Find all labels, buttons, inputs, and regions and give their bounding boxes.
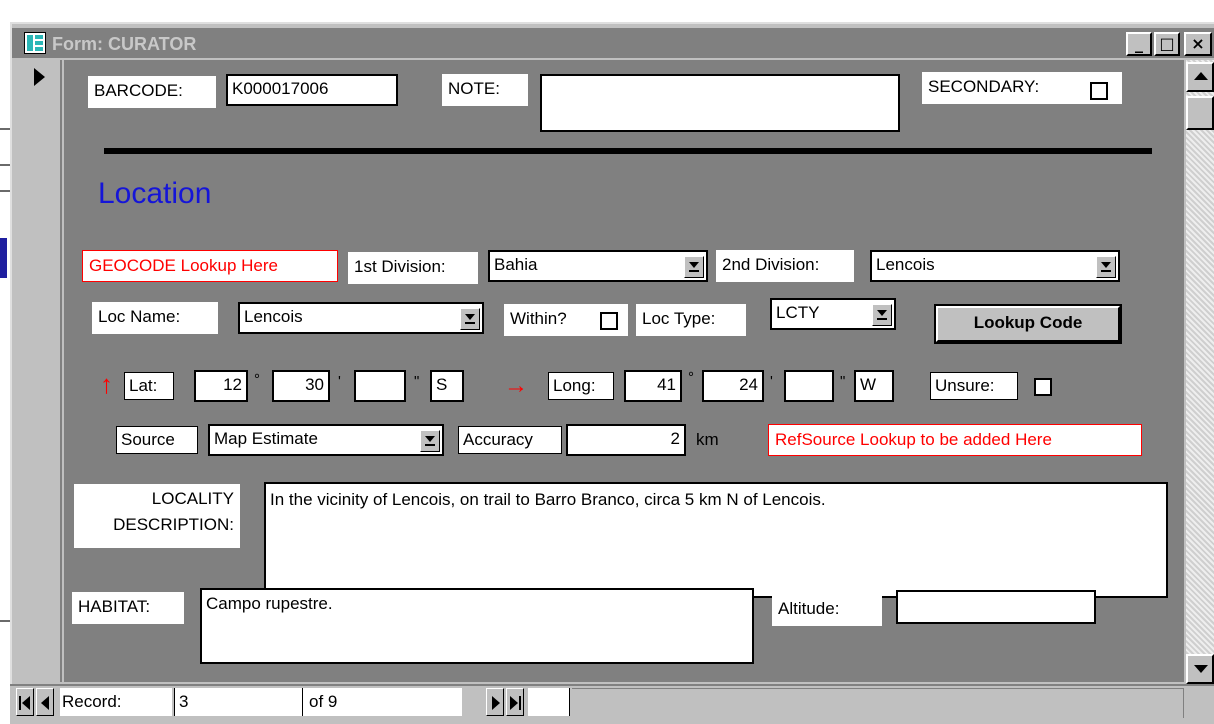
previous-record-icon[interactable] [36, 688, 54, 716]
habitat-label: HABITAT: [72, 592, 184, 624]
latitude-arrow-icon: ↑ [100, 369, 113, 399]
loc-type-value: LCTY [776, 303, 820, 322]
total-records: 9 [327, 692, 338, 711]
accuracy-unit: km [696, 430, 719, 449]
geocode-lookup-note: GEOCODE Lookup Here [82, 250, 338, 282]
close-button[interactable]: × [1184, 32, 1212, 56]
barcode-label: BARCODE: [88, 76, 216, 108]
source-value: Map Estimate [214, 429, 318, 448]
first-division-label: 1st Division: [348, 252, 478, 284]
desktop-edge [0, 128, 10, 130]
lat-degrees-field[interactable]: 12 [194, 370, 248, 402]
second-symbol: " [840, 373, 846, 390]
minute-symbol: ' [338, 373, 341, 390]
source-combo[interactable]: Map Estimate [208, 424, 444, 456]
new-record-slot[interactable] [528, 688, 570, 716]
record-label: Record: [60, 688, 172, 716]
loc-name-combo[interactable]: Lencois [238, 302, 484, 334]
longitude-arrow-icon: → [504, 372, 528, 399]
altitude-field[interactable] [896, 590, 1096, 624]
long-seconds-field[interactable] [784, 370, 834, 402]
degree-symbol: ° [254, 371, 260, 388]
within-checkbox[interactable] [600, 312, 618, 330]
long-minutes-field[interactable]: 24 [702, 370, 764, 402]
last-record-icon[interactable] [506, 688, 524, 716]
maximize-button[interactable]: □ [1154, 32, 1180, 56]
long-degrees-field[interactable]: 41 [624, 370, 682, 402]
first-record-icon[interactable] [16, 688, 34, 716]
secondary-checkbox[interactable] [1090, 82, 1108, 100]
locality-description-label-line1: LOCALITY [151, 489, 234, 508]
loc-type-combo[interactable]: LCTY [770, 298, 896, 330]
lat-seconds-field[interactable] [354, 370, 406, 402]
second-division-label: 2nd Division: [716, 250, 854, 282]
scroll-down-arrow-icon[interactable] [1186, 654, 1214, 684]
record-number-field[interactable]: 3 [174, 688, 302, 716]
second-division-combo[interactable]: Lencois [870, 250, 1120, 282]
desktop-edge-blue [0, 238, 7, 278]
horizontal-scrollbar[interactable] [572, 688, 1184, 718]
dropdown-arrow-icon[interactable] [420, 430, 440, 452]
lookup-code-button[interactable]: Lookup Code [934, 304, 1122, 344]
barcode-field[interactable]: K000017006 [226, 74, 398, 106]
second-symbol: " [414, 373, 420, 390]
location-heading: Location [98, 177, 212, 210]
record-pointer-icon [34, 68, 45, 86]
locality-description-field[interactable]: In the vicinity of Lencois, on trail to … [264, 482, 1168, 598]
lat-hemisphere-field[interactable]: S [430, 370, 464, 402]
minimize-button[interactable]: _ [1126, 32, 1152, 56]
first-division-combo[interactable]: Bahia [488, 250, 708, 282]
lat-label: Lat: [124, 372, 174, 400]
note-field[interactable] [540, 74, 900, 132]
accuracy-field[interactable]: 2 [566, 424, 686, 456]
lat-minutes-field[interactable]: 30 [272, 370, 330, 402]
accuracy-label: Accuracy [458, 426, 562, 454]
habitat-field[interactable]: Campo rupestre. [200, 588, 754, 664]
long-hemisphere-field[interactable]: W [854, 370, 894, 402]
refsource-lookup-note: RefSource Lookup to be added Here [768, 424, 1142, 456]
record-total: of 9 [302, 688, 462, 716]
minute-symbol: ' [770, 373, 773, 390]
scroll-thumb[interactable] [1186, 96, 1214, 130]
desktop-edge [0, 164, 10, 166]
second-division-value: Lencois [876, 255, 935, 274]
degree-symbol: ° [688, 369, 694, 386]
locality-description-label-line2: DESCRIPTION: [113, 515, 234, 534]
record-selector-bar[interactable] [22, 60, 62, 682]
unsure-label: Unsure: [930, 372, 1018, 400]
form-icon[interactable] [24, 32, 46, 54]
desktop-edge [0, 190, 10, 192]
vertical-scrollbar[interactable] [1186, 60, 1214, 682]
unsure-checkbox[interactable] [1034, 378, 1052, 396]
desktop-edge [0, 620, 10, 622]
section-divider [104, 148, 1152, 154]
next-record-icon[interactable] [486, 688, 504, 716]
loc-name-value: Lencois [244, 307, 303, 326]
window-title: Form: CURATOR [52, 34, 197, 54]
locality-description-label: LOCALITY DESCRIPTION: [74, 484, 240, 548]
note-label: NOTE: [442, 74, 528, 106]
of-label: of [309, 692, 324, 711]
altitude-label: Altitude: [772, 594, 882, 626]
loc-name-label: Loc Name: [92, 302, 218, 334]
source-label: Source [116, 426, 198, 454]
loc-type-label: Loc Type: [636, 304, 746, 336]
first-division-value: Bahia [494, 255, 538, 274]
dropdown-arrow-icon[interactable] [1096, 256, 1116, 278]
dropdown-arrow-icon[interactable] [684, 256, 704, 278]
long-label: Long: [548, 372, 614, 400]
dropdown-arrow-icon[interactable] [872, 304, 892, 326]
dropdown-arrow-icon[interactable] [460, 308, 480, 330]
scroll-up-arrow-icon[interactable] [1186, 62, 1214, 92]
